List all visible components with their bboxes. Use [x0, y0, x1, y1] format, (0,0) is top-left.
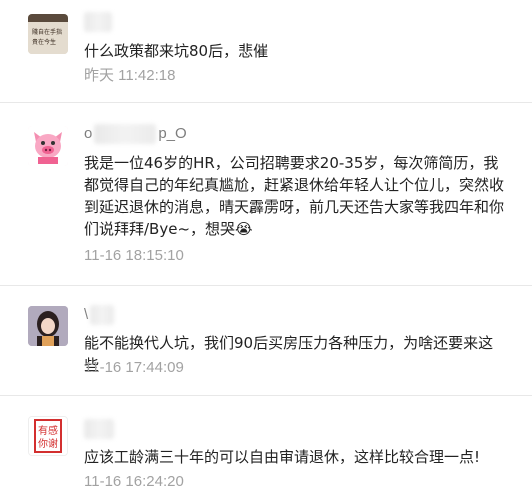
divider — [0, 102, 532, 103]
comment-author[interactable] — [84, 419, 114, 439]
svg-text:貴在今生: 貴在今生 — [32, 38, 56, 46]
photo-avatar-handwriting-icon: 賤自在手指 貴在今生 — [28, 14, 68, 54]
nickname-suffix: p_O — [158, 125, 187, 142]
nickname-prefix: o — [84, 125, 93, 142]
divider — [0, 285, 532, 286]
nickname-prefix: \ — [84, 306, 89, 323]
pink-pig-avatar-icon — [28, 126, 68, 166]
girl-portrait-avatar-icon — [28, 306, 68, 346]
comment-author[interactable]: \ — [84, 305, 115, 325]
blurred-nickname — [90, 305, 115, 325]
red-seal-avatar-icon: 有感 你谢 — [29, 417, 67, 455]
avatar[interactable] — [28, 306, 68, 346]
comment-time: 昨天 11:42:18 — [84, 67, 176, 84]
comment-text: 应该工龄满三十年的可以自由审请退休，这样比较合理一点! — [84, 448, 481, 466]
avatar[interactable]: 有感 你谢 — [28, 416, 68, 456]
avatar[interactable] — [28, 126, 68, 166]
comment-time: 11-16 18:15:10 — [84, 247, 184, 264]
blurred-nickname — [84, 12, 112, 32]
svg-text:你谢: 你谢 — [38, 437, 58, 450]
comment-author[interactable]: o p_O — [84, 124, 187, 144]
comment-text: 什么政策都来坑80后，悲催 — [84, 42, 269, 60]
blurred-nickname — [84, 419, 114, 439]
comment-text: 我是一位46岁的HR，公司招聘要求20-35岁，每次筛简历，我都觉得自己的年纪真… — [84, 154, 505, 238]
divider — [0, 395, 532, 396]
comment-author[interactable] — [84, 12, 112, 32]
svg-text:有感: 有感 — [38, 424, 58, 437]
comment-time: 11-16 16:24:20 — [84, 473, 184, 490]
avatar[interactable]: 賤自在手指 貴在今生 — [28, 14, 68, 54]
svg-text:賤自在手指: 賤自在手指 — [32, 28, 62, 36]
blurred-nickname — [94, 124, 157, 144]
comment-time: 11-16 17:44:09 — [84, 359, 184, 376]
